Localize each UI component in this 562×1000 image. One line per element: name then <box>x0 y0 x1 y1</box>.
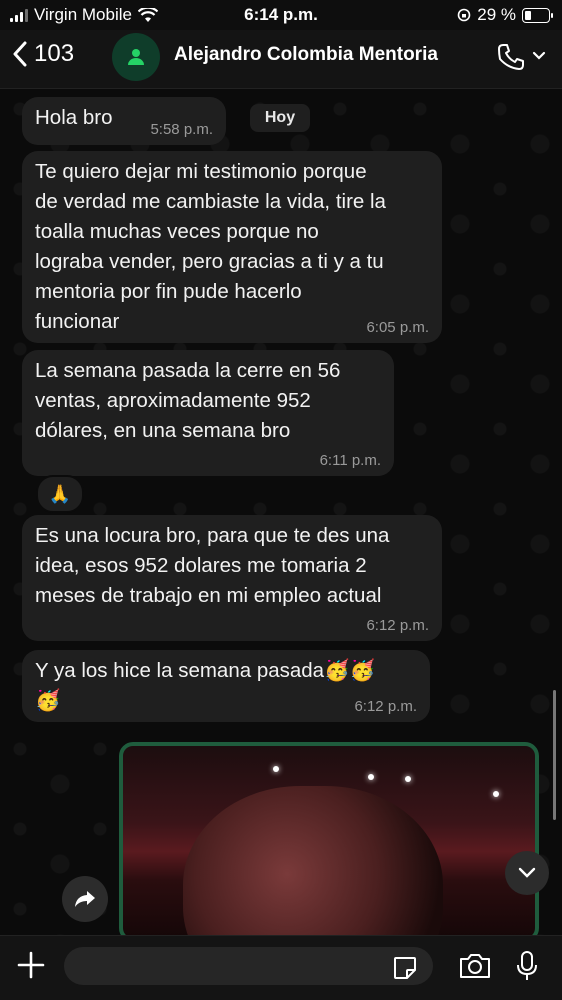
sticker-button[interactable] <box>392 955 418 986</box>
sticker-icon <box>394 957 416 979</box>
microphone-icon <box>517 951 537 980</box>
message-time: 6:11 p.m. <box>319 452 381 469</box>
video-message[interactable] <box>119 742 539 942</box>
video-thumbnail <box>183 786 443 938</box>
status-bar: Virgin Mobile 6:14 p.m. 29 % <box>0 0 562 30</box>
stage-light <box>493 791 499 797</box>
call-options-button[interactable] <box>532 48 546 66</box>
microphone-button[interactable] <box>515 950 539 987</box>
stage-light <box>405 776 411 782</box>
chevron-left-icon <box>13 41 27 67</box>
scrollbar[interactable] <box>553 690 556 820</box>
message-bubble[interactable]: Hola bro 5:58 p.m. <box>22 97 226 145</box>
forward-icon <box>75 891 95 907</box>
call-button[interactable] <box>496 42 526 77</box>
attach-button[interactable] <box>16 950 46 985</box>
plus-icon <box>17 951 45 979</box>
chevron-down-icon <box>518 867 536 878</box>
message-time: 6:05 p.m. <box>366 319 429 336</box>
status-right: 29 % <box>457 5 553 25</box>
message-text: Hola bro <box>35 106 113 129</box>
reaction-badge[interactable]: 🙏 <box>36 475 84 513</box>
stage-light <box>368 774 374 780</box>
message-bubble[interactable]: Y ya los hice la semana pasada🥳🥳 🥳 6:12 … <box>22 650 430 722</box>
message-text: La semana pasada la cerre en 56 ventas, … <box>35 359 341 442</box>
message-input[interactable] <box>64 947 433 985</box>
phone-icon <box>498 44 524 70</box>
scroll-to-bottom-button[interactable] <box>505 851 549 895</box>
contact-name[interactable]: Alejandro Colombia Mentoria <box>174 44 438 66</box>
chevron-down-icon <box>532 51 546 60</box>
message-text: Es una locura bro, para que te des una i… <box>35 524 390 607</box>
date-chip: Hoy <box>250 104 310 132</box>
battery-percent: 29 % <box>477 5 516 24</box>
orientation-lock-icon <box>457 8 471 22</box>
camera-button[interactable] <box>458 952 492 985</box>
camera-icon <box>460 954 490 978</box>
message-bubble[interactable]: Te quiero dejar mi testimonio porque de … <box>22 151 442 343</box>
person-icon <box>128 49 144 65</box>
forward-button[interactable] <box>62 876 108 922</box>
avatar[interactable] <box>112 33 160 81</box>
message-time: 6:12 p.m. <box>354 698 417 715</box>
stage-light <box>273 766 279 772</box>
message-text: Y ya los hice la semana pasada🥳🥳 🥳 <box>35 659 376 712</box>
chat-header: 103 Alejandro Colombia Mentoria <box>0 30 562 89</box>
message-text: Te quiero dejar mi testimonio porque de … <box>35 160 386 333</box>
message-bubble[interactable]: La semana pasada la cerre en 56 ventas, … <box>22 350 394 476</box>
back-button[interactable]: 103 <box>12 40 74 68</box>
message-bubble[interactable]: Es una locura bro, para que te des una i… <box>22 515 442 641</box>
back-count: 103 <box>34 40 75 67</box>
input-bar <box>0 935 562 1000</box>
message-time: 5:58 p.m. <box>150 121 213 138</box>
message-time: 6:12 p.m. <box>366 617 429 634</box>
battery-icon <box>522 7 553 23</box>
